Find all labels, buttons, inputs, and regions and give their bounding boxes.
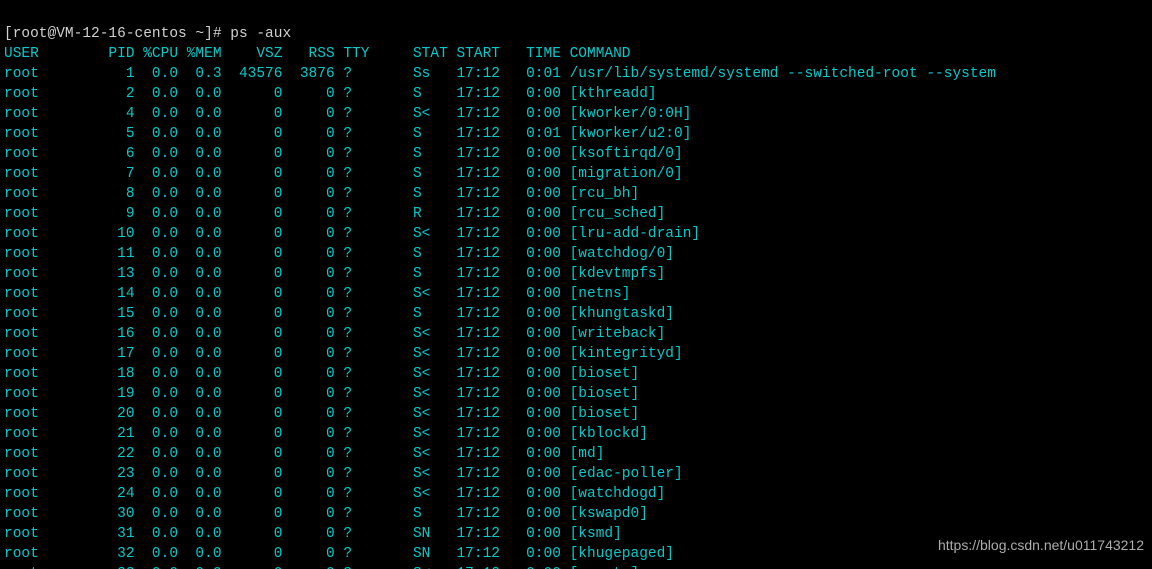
process-row: root 2 0.0 0.0 0 0 ? S 17:12 0:00 [kthre…	[4, 84, 1148, 104]
process-row: root 30 0.0 0.0 0 0 ? S 17:12 0:00 [kswa…	[4, 504, 1148, 524]
process-row: root 15 0.0 0.0 0 0 ? S 17:12 0:00 [khun…	[4, 304, 1148, 324]
process-row: root 20 0.0 0.0 0 0 ? S< 17:12 0:00 [bio…	[4, 404, 1148, 424]
process-row: root 7 0.0 0.0 0 0 ? S 17:12 0:00 [migra…	[4, 164, 1148, 184]
shell-prompt: [root@VM-12-16-centos ~]#	[4, 26, 230, 42]
process-row: root 10 0.0 0.0 0 0 ? S< 17:12 0:00 [lru…	[4, 224, 1148, 244]
process-row: root 17 0.0 0.0 0 0 ? S< 17:12 0:00 [kin…	[4, 344, 1148, 364]
process-row: root 33 0.0 0.0 0 0 ? S< 17:12 0:00 [cry…	[4, 564, 1148, 569]
process-row: root 16 0.0 0.0 0 0 ? S< 17:12 0:00 [wri…	[4, 324, 1148, 344]
process-row: root 18 0.0 0.0 0 0 ? S< 17:12 0:00 [bio…	[4, 364, 1148, 384]
process-row: root 24 0.0 0.0 0 0 ? S< 17:12 0:00 [wat…	[4, 484, 1148, 504]
process-row: root 9 0.0 0.0 0 0 ? R 17:12 0:00 [rcu_s…	[4, 204, 1148, 224]
process-row: root 19 0.0 0.0 0 0 ? S< 17:12 0:00 [bio…	[4, 384, 1148, 404]
process-row: root 21 0.0 0.0 0 0 ? S< 17:12 0:00 [kbl…	[4, 424, 1148, 444]
watermark-text: https://blog.csdn.net/u011743212	[938, 535, 1144, 555]
process-row: root 22 0.0 0.0 0 0 ? S< 17:12 0:00 [md]	[4, 444, 1148, 464]
process-row: root 14 0.0 0.0 0 0 ? S< 17:12 0:00 [net…	[4, 284, 1148, 304]
process-row: root 13 0.0 0.0 0 0 ? S 17:12 0:00 [kdev…	[4, 264, 1148, 284]
process-row: root 1 0.0 0.3 43576 3876 ? Ss 17:12 0:0…	[4, 64, 1148, 84]
process-row: root 8 0.0 0.0 0 0 ? S 17:12 0:00 [rcu_b…	[4, 184, 1148, 204]
process-row: root 5 0.0 0.0 0 0 ? S 17:12 0:01 [kwork…	[4, 124, 1148, 144]
shell-command: ps -aux	[230, 26, 291, 42]
process-row: root 11 0.0 0.0 0 0 ? S 17:12 0:00 [watc…	[4, 244, 1148, 264]
process-row: root 23 0.0 0.0 0 0 ? S< 17:12 0:00 [eda…	[4, 464, 1148, 484]
terminal-output[interactable]: [root@VM-12-16-centos ~]# ps -aux USER P…	[0, 0, 1152, 569]
process-row: root 6 0.0 0.0 0 0 ? S 17:12 0:00 [ksoft…	[4, 144, 1148, 164]
ps-header-row: USER PID %CPU %MEM VSZ RSS TTY STAT STAR…	[4, 44, 1148, 64]
process-row: root 4 0.0 0.0 0 0 ? S< 17:12 0:00 [kwor…	[4, 104, 1148, 124]
